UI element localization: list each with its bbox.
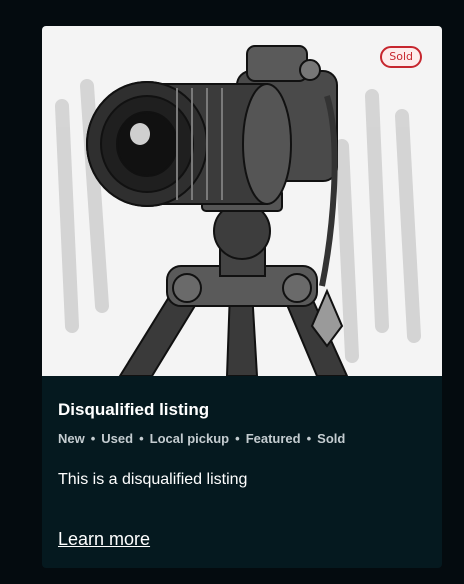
- listing-image: Sold: [42, 26, 442, 376]
- tag-local-pickup: Local pickup: [149, 431, 230, 446]
- tag-list: New • Used • Local pickup • Featured • S…: [58, 431, 426, 447]
- camera-tripod-illustration: [55, 45, 421, 376]
- tag-sold: Sold: [317, 431, 346, 446]
- learn-more-link[interactable]: Learn more: [58, 528, 150, 550]
- listing-title: Disqualified listing: [58, 400, 210, 419]
- tag-used: Used: [101, 431, 134, 446]
- tag-separator: •: [235, 431, 240, 446]
- listing-description: This is a disqualified listing: [58, 471, 248, 488]
- tag-featured: Featured: [245, 431, 301, 446]
- tag-new: New: [58, 431, 85, 446]
- tag-separator: •: [306, 431, 312, 446]
- status-badge: Sold: [380, 46, 422, 68]
- tag-separator: •: [90, 431, 96, 446]
- listing-card: Sold Disqualified listing New • Used • L…: [42, 26, 442, 568]
- tag-separator: •: [139, 431, 144, 446]
